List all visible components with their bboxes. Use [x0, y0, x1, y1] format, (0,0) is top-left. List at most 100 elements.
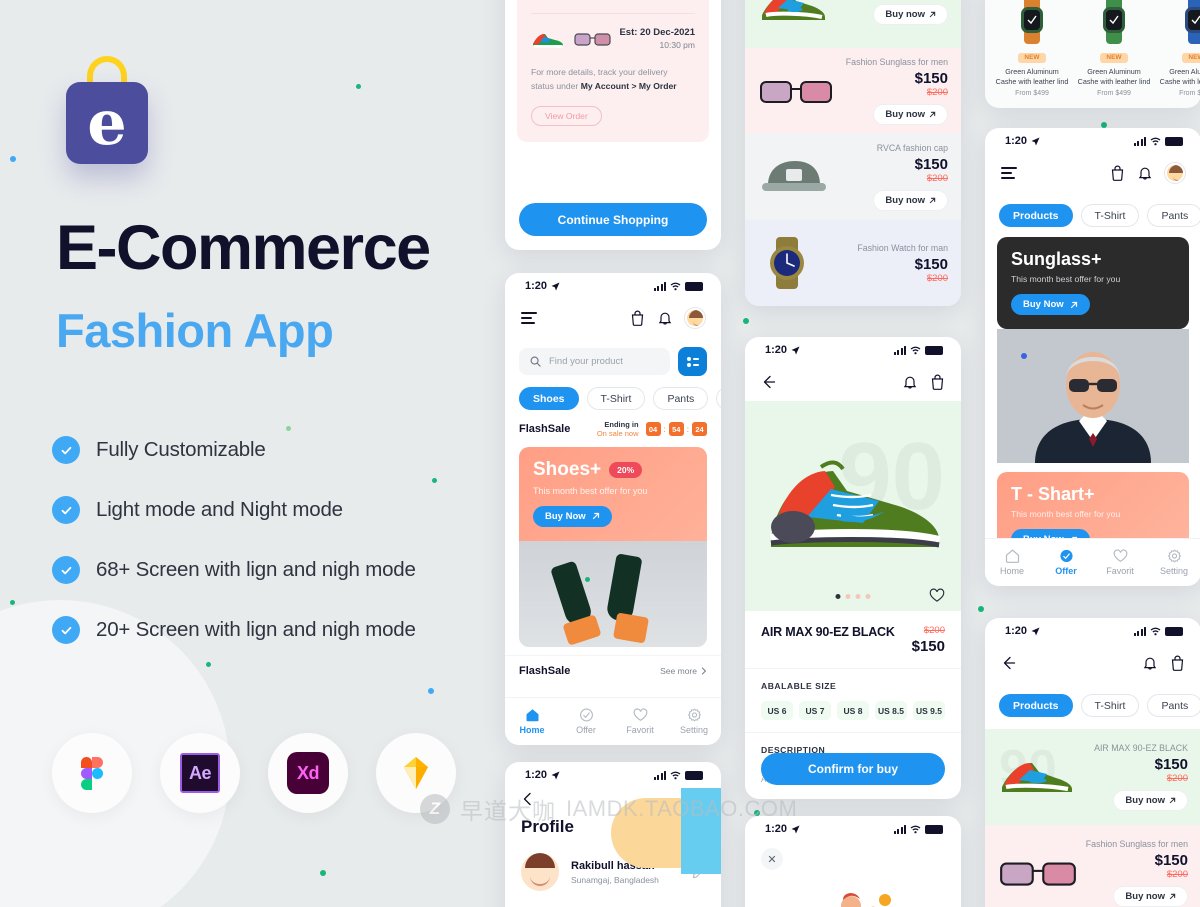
product-title-row: AIR MAX 90-EZ BLACK $200 $150 [745, 611, 961, 669]
watermark-en: IAMDK.TAOBAO.COM [566, 796, 798, 821]
list-item: 20+ Screen with lign and nigh mode [52, 600, 492, 660]
nav-setting-label: Setting [679, 725, 709, 735]
promo-card-shoes[interactable]: Shoes+ 20% This month best offer for you… [519, 446, 707, 647]
category-chips: Products T-Shirt Pants Cap [985, 204, 1200, 227]
back-arrow-icon[interactable] [1001, 656, 1016, 670]
close-icon[interactable]: ✕ [761, 848, 783, 870]
delivery-note-link[interactable]: My Account > My Order [581, 81, 677, 91]
wifi-icon [910, 825, 921, 833]
nav-home[interactable]: Home [505, 708, 559, 735]
nav-offer-label: Offer [1055, 566, 1077, 576]
after-effects-icon: Ae [160, 733, 240, 813]
watch-price: From $499 [1015, 90, 1049, 98]
promo-card-sunglass[interactable]: Sunglass+ This month best offer for you … [997, 237, 1189, 329]
nav-favorit[interactable]: Favorit [613, 708, 667, 735]
see-more-label[interactable]: See more [660, 666, 697, 676]
size-option[interactable]: US 8 [837, 701, 869, 720]
timer-sep: : [686, 424, 689, 434]
filter-grid-icon[interactable] [678, 347, 707, 376]
search-input[interactable]: Find your product [519, 348, 670, 375]
profile-location: Sunamgaj, Bangladesh [571, 874, 659, 885]
nav-favorit[interactable]: Favorit [1093, 549, 1147, 576]
nav-setting[interactable]: Setting [1147, 549, 1200, 576]
tool-badges: Ae Xd [52, 733, 456, 813]
nav-offer[interactable]: Offer [1039, 549, 1093, 576]
ending-block: Ending in On sale now [597, 420, 639, 439]
status-time: 1:20 [1005, 135, 1028, 147]
bag-icon[interactable] [930, 374, 945, 390]
avatar[interactable] [685, 308, 705, 328]
screen-profile: 1:20 Profile Rakibull hassan Sunamgaj, B… [505, 762, 721, 907]
bell-icon[interactable] [658, 310, 672, 326]
list-item[interactable]: RVCA fashion cap $150 $200 Buy now [745, 134, 961, 220]
check-icon [52, 616, 80, 644]
arrow-up-right-icon [929, 11, 936, 17]
chip-products[interactable]: Products [999, 204, 1073, 227]
shoe-icon [533, 33, 563, 48]
size-option[interactable]: US 8.5 [875, 701, 907, 720]
chip-pants[interactable]: Pants [1147, 694, 1200, 717]
hero-panel: e E-Commerce Fashion App Fully Customiza… [0, 0, 505, 907]
bag-icon[interactable] [1110, 165, 1125, 181]
item-price: $150 [1154, 852, 1188, 869]
bag-icon[interactable] [630, 310, 645, 326]
nav-home[interactable]: Home [985, 549, 1039, 576]
description-label: DESCRIPTION [761, 745, 826, 755]
wifi-icon [910, 346, 921, 354]
buy-now-button[interactable]: Buy now [1113, 886, 1188, 907]
chip-shoes[interactable]: Shoes [519, 387, 579, 410]
product-price: $150 [911, 638, 945, 655]
chip-tshirt[interactable]: T-Shirt [1080, 204, 1140, 227]
list-item[interactable]: Fashion Sunglass for men $150 $200 Buy n… [985, 825, 1200, 907]
bell-icon[interactable] [1143, 655, 1157, 671]
chip-cap[interactable]: Cap [716, 387, 721, 410]
carousel-dots[interactable] [835, 594, 871, 599]
chip-tshirt[interactable]: T-Shirt [1080, 694, 1140, 717]
list-item[interactable]: NEW Green Aluminum Cashe with leather li… [995, 0, 1069, 97]
location-arrow-icon [1031, 627, 1040, 635]
confirm-for-buy-button[interactable]: Confirm for buy [761, 753, 945, 785]
buy-now-button[interactable]: Buy Now [533, 505, 612, 527]
view-order-button[interactable]: View Order [531, 105, 602, 126]
buy-now-button[interactable]: Buy now [873, 190, 948, 211]
list-item[interactable]: Fashion Sunglass for men $150 $200 Buy n… [745, 48, 961, 134]
heart-icon[interactable] [929, 588, 945, 603]
list-item[interactable]: 90 AIR MAX 90-EZ BLACK $150 $200 Buy now [985, 729, 1200, 825]
buy-now-button[interactable]: Buy Now [1011, 294, 1090, 315]
chip-pants[interactable]: Pants [1147, 204, 1200, 227]
size-option[interactable]: US 6 [761, 701, 793, 720]
buy-now-button[interactable]: Buy now [873, 3, 948, 25]
bell-icon[interactable] [1138, 165, 1152, 181]
item-name: Fashion Sunglass for men [1085, 839, 1188, 849]
timer-minutes: 54 [668, 422, 684, 437]
avatar[interactable] [1165, 163, 1185, 183]
back-arrow-icon[interactable] [761, 375, 776, 389]
chip-pants[interactable]: Pants [653, 387, 709, 410]
list-item[interactable]: NEW Green Aluminum Cashe with leather li… [1077, 0, 1151, 97]
watch-name: Green Aluminum Cashe with leather lind [995, 67, 1069, 87]
buy-now-button[interactable]: Buy now [1113, 790, 1188, 811]
nav-offer[interactable]: Offer [559, 708, 613, 735]
chip-tshirt[interactable]: T-Shirt [586, 387, 646, 410]
list-item[interactable]: $200 Buy now [745, 0, 961, 48]
nav-setting[interactable]: Setting [667, 708, 721, 735]
arrow-up-right-icon [1169, 893, 1176, 900]
menu-icon[interactable] [1001, 167, 1017, 179]
category-chips: Shoes T-Shirt Pants Cap [505, 387, 721, 410]
menu-icon[interactable] [521, 312, 537, 324]
watch-name: Green Aluminum Cashe with leather lind [1077, 67, 1151, 87]
screen-coins: 1:20 ✕ [745, 816, 961, 907]
bag-icon[interactable] [1170, 655, 1185, 671]
location-arrow-icon [551, 771, 560, 779]
promo-subtitle: This month best offer for you [1011, 509, 1121, 519]
bell-icon[interactable] [903, 374, 917, 390]
size-option[interactable]: US 7 [799, 701, 831, 720]
chip-products[interactable]: Products [999, 694, 1073, 717]
buy-now-button[interactable]: Buy now [873, 104, 948, 125]
avatar[interactable] [521, 853, 559, 891]
size-option[interactable]: US 9.5 [913, 701, 945, 720]
decor-dot [743, 318, 749, 324]
list-item[interactable]: Fashion Watch for man $150 $200 [745, 220, 961, 306]
continue-shopping-button[interactable]: Continue Shopping [519, 203, 707, 236]
list-item[interactable]: NEW Green Aluminum Cashe with leather li… [1159, 0, 1200, 97]
